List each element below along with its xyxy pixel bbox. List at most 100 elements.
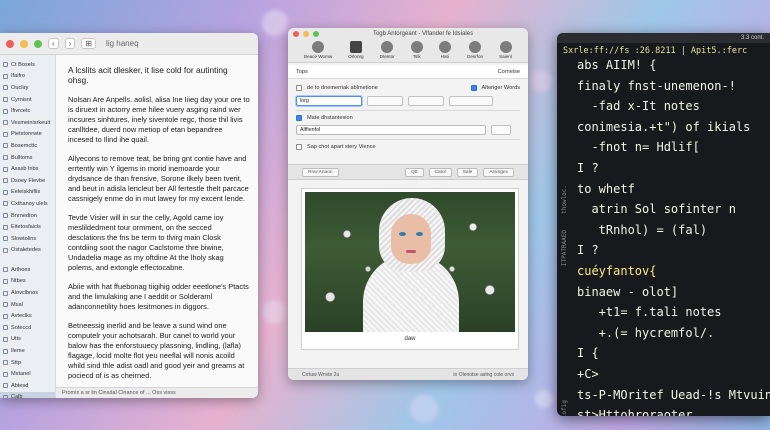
- option-checkbox-3[interactable]: [296, 115, 302, 121]
- sidebar-item[interactable]: Cyrnisnt: [0, 94, 55, 106]
- terminal-line: binaew - olot]: [577, 284, 679, 299]
- sidebar-item-label: Ifivrcetc: [11, 108, 31, 115]
- option-checkbox-1[interactable]: [296, 85, 302, 91]
- image-preview[interactable]: daw: [301, 188, 519, 350]
- sidebar-item[interactable]: Slowtolins: [0, 233, 55, 245]
- close-button[interactable]: [293, 30, 299, 37]
- sidebar-item-label: Ileme: [11, 348, 25, 355]
- folder-icon: [3, 394, 8, 398]
- terminal-line: -fnot n= Hdlif[: [577, 140, 700, 155]
- filter-select[interactable]: Alffienfol: [296, 125, 486, 135]
- sidebar-item[interactable]: Ostaletedes: [0, 245, 55, 257]
- sidebar-item[interactable]: Utts: [0, 334, 55, 346]
- sidebar-item[interactable]: Cxthanoy ulels: [0, 198, 55, 210]
- cancel-button[interactable]: Catol: [428, 167, 452, 177]
- arrange-button[interactable]: Arsingex: [483, 167, 514, 177]
- sidebar-item-label: Mstanel: [11, 371, 31, 378]
- sidebar-item[interactable]: Pietstonrwte: [0, 129, 55, 141]
- sidebar-item[interactable]: Bulltoms: [0, 152, 55, 164]
- folder-icon: [3, 73, 8, 79]
- zoom-button[interactable]: [313, 30, 319, 37]
- sidebar-item[interactable]: Dsoey Flevbe: [0, 175, 55, 187]
- status-right: in Olenotse astng cote orvs: [453, 372, 514, 378]
- sidebar-item-label: Avteclks: [11, 313, 32, 320]
- panel-tab-row: Tops Cornelse: [288, 65, 528, 79]
- sidebar-item[interactable]: Sttp: [0, 357, 55, 369]
- folder-icon: [3, 290, 8, 296]
- new-action-button[interactable]: Rnw Anaon: [302, 167, 339, 177]
- tool-label: Beace Womw: [304, 54, 333, 59]
- tab-cornelse[interactable]: Cornelse: [498, 69, 520, 75]
- sidebar-item[interactable]: Alovclbnos: [0, 287, 55, 299]
- toolbar-tool[interactable]: Beace Womw: [304, 41, 332, 59]
- toolbar-tool[interactable]: Dtentor: [380, 41, 395, 59]
- folder-icon: [3, 267, 8, 273]
- toolbar-tool[interactable]: Orlonrg: [348, 41, 364, 59]
- tab-tops[interactable]: Tops: [296, 69, 308, 75]
- sidebar-item[interactable]: Msal: [0, 299, 55, 311]
- forward-button[interactable]: ›: [64, 38, 76, 49]
- sidebar-item[interactable]: Bosemcttc: [0, 140, 55, 152]
- back-button[interactable]: ‹: [48, 38, 59, 49]
- sidebar-item[interactable]: Ileme: [0, 345, 55, 357]
- folder-icon: [3, 313, 8, 319]
- tool-icon: [410, 41, 423, 53]
- option-row-1: de to dnemerriak ablmetione Alteriger Wo…: [288, 85, 528, 91]
- sidebar-item[interactable]: Arthoes: [0, 264, 55, 276]
- toolbar-tool[interactable]: Gesrfon: [467, 41, 483, 59]
- stepper-2[interactable]: [408, 96, 444, 106]
- option-checkbox-4[interactable]: [296, 144, 302, 150]
- sidebar-item[interactable]: Ct Bosels: [0, 59, 55, 71]
- terminal-output[interactable]: abs AIIM! {finaly fnst-unemenon-! -fad x…: [577, 55, 770, 416]
- option-label-2: Alteriger Words: [481, 85, 520, 91]
- grid-view-button[interactable]: ⊞: [81, 38, 97, 49]
- folder-icon: [3, 131, 8, 137]
- panel-titlebar: Togb Antorgeant - Vlfander fe Idsiales: [288, 28, 528, 39]
- option-label-4: Sap chot apart stery Vience: [307, 144, 376, 150]
- toolbar-tool[interactable]: Hati: [438, 41, 451, 59]
- tool-label: Gesrfon: [466, 54, 484, 59]
- sidebar-item[interactable]: Asasb lnbs: [0, 163, 55, 175]
- minimize-button[interactable]: [303, 30, 309, 37]
- sidebar-item-label: Calb: [11, 394, 23, 398]
- sidebar-item-label: Ostaletedes: [11, 247, 41, 254]
- sidebar-item[interactable]: Abtesd: [0, 380, 55, 392]
- sidebar-item[interactable]: Calb: [0, 391, 55, 398]
- sidebar-item-label: Cxthanoy ulels: [11, 200, 48, 207]
- option-row-4: Sap chot apart stery Vience: [288, 144, 528, 150]
- sidebar-item-label: Utts: [11, 336, 21, 343]
- sidebar-item[interactable]: Ifaifro: [0, 71, 55, 83]
- sidebar-item-label: Bosemcttc: [11, 142, 38, 149]
- sidebar-item[interactable]: Eeleiskhiflis: [0, 187, 55, 199]
- stepper-1[interactable]: [367, 96, 403, 106]
- filter-stepper[interactable]: [491, 125, 511, 135]
- zoom-button[interactable]: [34, 39, 42, 48]
- sidebar-item[interactable]: Avteclks: [0, 310, 55, 322]
- close-button[interactable]: [6, 39, 14, 48]
- stepper-3[interactable]: [449, 96, 493, 106]
- minimize-button[interactable]: [20, 39, 28, 48]
- folder-icon: [3, 247, 8, 253]
- terminal-titlebar: 3.3 cont.: [557, 33, 770, 43]
- sidebar-item[interactable]: Mstanel: [0, 368, 55, 380]
- sidebar-item[interactable]: Bnrnedton: [0, 210, 55, 222]
- sidebar-item[interactable]: Soteccd: [0, 322, 55, 334]
- save-button[interactable]: Sale: [456, 167, 479, 177]
- sidebar-item[interactable]: Oucliry: [0, 82, 55, 94]
- toolbar-tool[interactable]: Saienl: [499, 41, 512, 59]
- editor-document[interactable]: A lcslits acit dlesker, it lise cold for…: [60, 55, 258, 398]
- terminal-line: -fad x-It notes: [577, 99, 700, 114]
- size-input[interactable]: lorg: [296, 96, 362, 106]
- tool-icon: [438, 41, 451, 53]
- terminal-line: finaly fnst-unemenon-!: [577, 78, 736, 93]
- sidebar-item[interactable]: Ifivrcetc: [0, 105, 55, 117]
- folder-icon: [3, 97, 8, 103]
- sidebar-item[interactable]: Eitetosfaicls: [0, 221, 55, 233]
- quit-button[interactable]: Qtt: [405, 167, 424, 177]
- sidebar-item[interactable]: Ntbes: [0, 276, 55, 288]
- terminal-line: cuéyfantov{: [577, 263, 657, 278]
- toolbar-tool[interactable]: Tslk: [410, 41, 423, 59]
- option-checkbox-2[interactable]: [470, 85, 477, 91]
- folder-icon: [3, 325, 8, 331]
- sidebar-item[interactable]: Vesmeinisrkeuit: [0, 117, 55, 129]
